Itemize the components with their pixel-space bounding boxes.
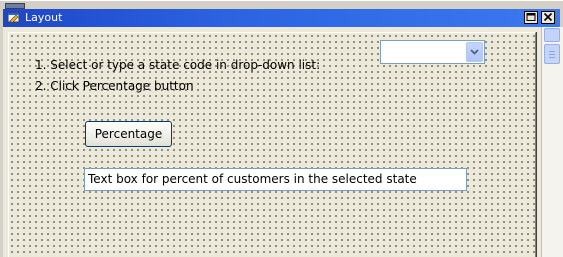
form-design-icon — [7, 11, 21, 24]
state-code-dropdown[interactable] — [380, 40, 485, 64]
close-button[interactable] — [541, 11, 555, 24]
grip-line — [549, 51, 555, 52]
instruction-step-1: 1. Select or type a state code in drop-d… — [35, 58, 321, 72]
maximize-button[interactable] — [524, 11, 538, 24]
percentage-button[interactable]: Percentage — [85, 121, 172, 147]
chevron-down-icon — [470, 49, 479, 55]
scroll-thumb[interactable] — [544, 44, 560, 64]
vertical-scrollbar[interactable] — [541, 27, 563, 257]
title-bar[interactable]: Layout — [3, 9, 560, 27]
dropdown-button[interactable] — [466, 42, 483, 62]
window-title: Layout — [25, 11, 63, 24]
instruction-step-2: 2. Click Percentage button — [35, 79, 194, 93]
percent-customers-textbox[interactable]: Text box for percent of customers in the… — [84, 168, 467, 191]
grip-line — [549, 57, 555, 58]
maximize-icon — [526, 13, 536, 21]
top-strip — [0, 0, 563, 9]
scroll-up-button[interactable] — [544, 28, 560, 42]
close-icon — [543, 12, 553, 22]
grip-line — [549, 54, 555, 55]
